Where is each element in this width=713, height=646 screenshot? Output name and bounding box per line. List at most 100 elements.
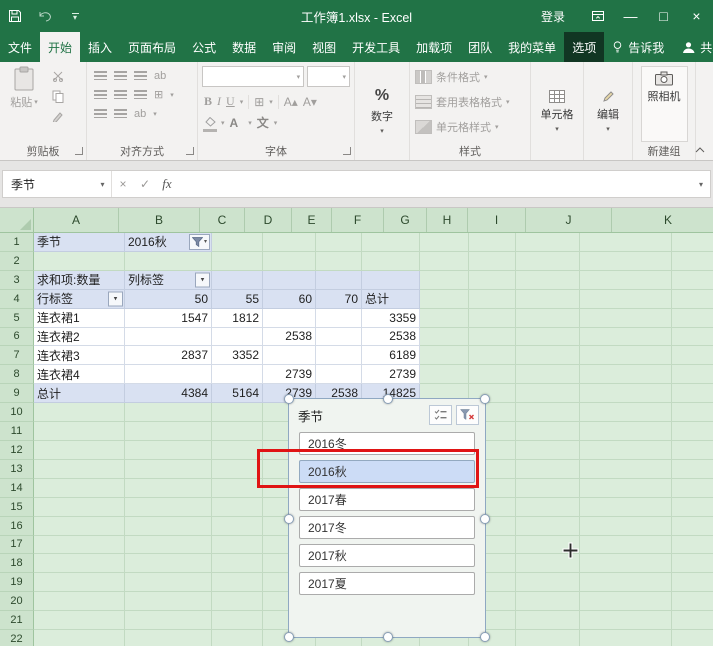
cell-J20[interactable] bbox=[580, 592, 672, 611]
cell-A3[interactable]: 求和项:数量 bbox=[34, 271, 125, 290]
cell-styles-button[interactable]: 单元格样式▾ bbox=[410, 114, 530, 139]
cell-G3[interactable] bbox=[420, 271, 469, 290]
cell-B20[interactable] bbox=[125, 592, 212, 611]
cell-F5[interactable]: 3359 bbox=[362, 309, 420, 328]
cell-J10[interactable] bbox=[580, 403, 672, 422]
cell-I4[interactable] bbox=[516, 290, 580, 309]
cell-I2[interactable] bbox=[516, 252, 580, 271]
row-header-6[interactable]: 6 bbox=[0, 328, 34, 347]
bold-button[interactable]: B bbox=[204, 94, 212, 109]
cell-B16[interactable] bbox=[125, 517, 212, 536]
cell-D6[interactable]: 2538 bbox=[263, 328, 316, 347]
cell-G7[interactable] bbox=[420, 346, 469, 365]
cell-K16[interactable] bbox=[672, 517, 713, 536]
cell-B12[interactable] bbox=[125, 441, 212, 460]
increase-font-size-button[interactable]: A▴ bbox=[284, 95, 298, 109]
cell-J7[interactable] bbox=[580, 346, 672, 365]
cell-K12[interactable] bbox=[672, 441, 713, 460]
cell-J17[interactable] bbox=[580, 536, 672, 555]
cell-K19[interactable] bbox=[672, 573, 713, 592]
column-header-B[interactable]: B bbox=[119, 208, 200, 232]
cell-K17[interactable] bbox=[672, 536, 713, 555]
cell-A7[interactable]: 连衣裙3 bbox=[34, 346, 125, 365]
row-header-22[interactable]: 22 bbox=[0, 630, 34, 646]
cell-C13[interactable] bbox=[212, 460, 263, 479]
cell-B5[interactable]: 1547 bbox=[125, 309, 212, 328]
cell-H5[interactable] bbox=[469, 309, 516, 328]
cell-C16[interactable] bbox=[212, 517, 263, 536]
cell-C20[interactable] bbox=[212, 592, 263, 611]
font-dialog-launcher[interactable] bbox=[343, 147, 351, 155]
cell-A16[interactable] bbox=[34, 517, 125, 536]
cell-A14[interactable] bbox=[34, 479, 125, 498]
cell-G6[interactable] bbox=[420, 328, 469, 347]
tab-insert[interactable]: 插入 bbox=[80, 32, 120, 62]
cell-A22[interactable] bbox=[34, 630, 125, 646]
cell-B11[interactable] bbox=[125, 422, 212, 441]
cell-I8[interactable] bbox=[516, 365, 580, 384]
cell-G4[interactable] bbox=[420, 290, 469, 309]
cell-J4[interactable] bbox=[580, 290, 672, 309]
formula-input[interactable] bbox=[178, 171, 692, 197]
tab-team[interactable]: 团队 bbox=[460, 32, 500, 62]
cell-B15[interactable] bbox=[125, 498, 212, 517]
cell-G8[interactable] bbox=[420, 365, 469, 384]
column-header-E[interactable]: E bbox=[292, 208, 332, 232]
cell-C9[interactable]: 5164 bbox=[212, 384, 263, 403]
slicer-item-3[interactable]: 2017春 bbox=[299, 488, 475, 511]
cell-J6[interactable] bbox=[580, 328, 672, 347]
cell-H6[interactable] bbox=[469, 328, 516, 347]
cell-D7[interactable] bbox=[263, 346, 316, 365]
cell-C7[interactable]: 3352 bbox=[212, 346, 263, 365]
slicer-handle-mid-right[interactable] bbox=[480, 514, 490, 524]
row-header-3[interactable]: 3 bbox=[0, 271, 34, 290]
column-header-J[interactable]: J bbox=[526, 208, 612, 232]
cell-C10[interactable] bbox=[212, 403, 263, 422]
cell-C19[interactable] bbox=[212, 573, 263, 592]
cell-F4[interactable]: 总计 bbox=[362, 290, 420, 309]
cell-I10[interactable] bbox=[516, 403, 580, 422]
row-header-13[interactable]: 13 bbox=[0, 460, 34, 479]
tab-my-menu[interactable]: 我的菜单 bbox=[500, 32, 564, 62]
slicer-item-5[interactable]: 2017秋 bbox=[299, 544, 475, 567]
cell-A20[interactable] bbox=[34, 592, 125, 611]
cell-J1[interactable] bbox=[580, 233, 672, 252]
orientation-icon[interactable]: ab bbox=[134, 108, 146, 120]
cell-B6[interactable] bbox=[125, 328, 212, 347]
row-header-19[interactable]: 19 bbox=[0, 573, 34, 592]
cell-K11[interactable] bbox=[672, 422, 713, 441]
cell-K20[interactable] bbox=[672, 592, 713, 611]
qat-customize-button[interactable]: ▾ bbox=[60, 0, 90, 32]
cell-A6[interactable]: 连衣裙2 bbox=[34, 328, 125, 347]
cell-I1[interactable] bbox=[516, 233, 580, 252]
cell-K13[interactable] bbox=[672, 460, 713, 479]
tab-developer[interactable]: 开发工具 bbox=[344, 32, 408, 62]
cell-D5[interactable] bbox=[263, 309, 316, 328]
cell-J8[interactable] bbox=[580, 365, 672, 384]
cell-K4[interactable] bbox=[672, 290, 713, 309]
cell-A2[interactable] bbox=[34, 252, 125, 271]
dropdown-arrow-icon[interactable]: ▾ bbox=[195, 272, 210, 287]
wrap-text-icon[interactable]: ab bbox=[154, 70, 166, 82]
cell-K21[interactable] bbox=[672, 611, 713, 630]
cell-I19[interactable] bbox=[516, 573, 580, 592]
cell-B2[interactable] bbox=[125, 252, 212, 271]
align-middle-icon[interactable] bbox=[114, 71, 127, 80]
row-header-9[interactable]: 9 bbox=[0, 384, 34, 403]
dropdown-arrow-icon[interactable]: ▾ bbox=[108, 291, 123, 306]
cell-C2[interactable] bbox=[212, 252, 263, 271]
font-color-button[interactable]: A bbox=[230, 116, 239, 130]
cell-K1[interactable] bbox=[672, 233, 713, 252]
cell-A18[interactable] bbox=[34, 554, 125, 573]
row-header-5[interactable]: 5 bbox=[0, 309, 34, 328]
cell-I15[interactable] bbox=[516, 498, 580, 517]
align-bottom-icon[interactable] bbox=[134, 71, 147, 80]
ribbon-group-number-collapsed[interactable]: % 数字 ▾ bbox=[355, 62, 410, 160]
slicer-handle-top-left[interactable] bbox=[284, 394, 294, 404]
tell-me-button[interactable]: 告诉我 bbox=[604, 32, 672, 62]
undo-button[interactable] bbox=[30, 0, 60, 32]
cell-I22[interactable] bbox=[516, 630, 580, 646]
row-header-20[interactable]: 20 bbox=[0, 592, 34, 611]
cell-C17[interactable] bbox=[212, 536, 263, 555]
pivot-filter-icon[interactable]: ▾ bbox=[189, 234, 210, 250]
